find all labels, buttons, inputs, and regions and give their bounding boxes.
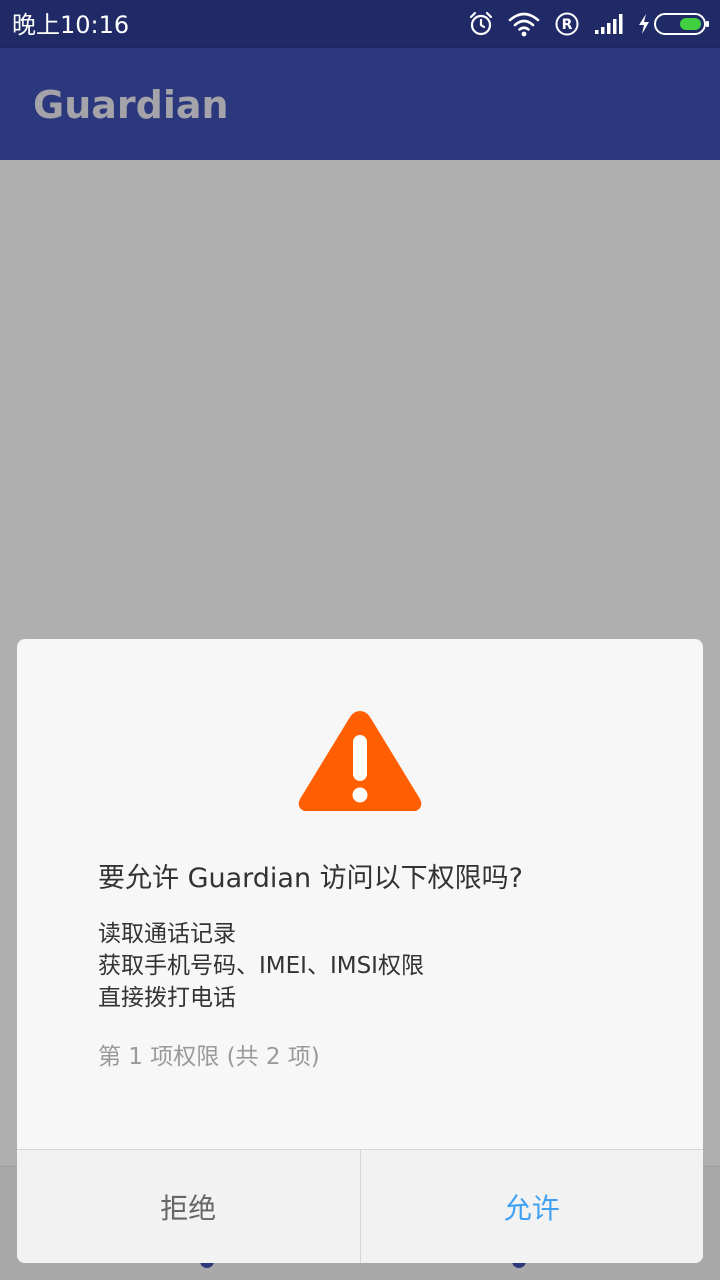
roaming-r-icon: R [554,11,580,37]
status-bar: 晚上10:16 R [0,0,720,48]
permission-progress: 第 1 项权限 (共 2 项) [98,1044,320,1070]
permission-item: 读取通话记录 [98,921,236,947]
signal-icon [594,13,624,35]
dialog-title: 要允许 Guardian 访问以下权限吗? [98,863,523,894]
status-time: 晚上10:16 [12,11,130,39]
app-bar: Guardian [0,48,720,160]
status-icons: R [468,8,710,40]
charging-icon [638,13,650,35]
wifi-icon [508,11,540,37]
allow-button[interactable]: 允许 [360,1150,703,1263]
permission-list: 读取通话记录 获取手机号码、IMEI、IMSI权限 直接拨打电话 [98,918,424,1014]
svg-text:R: R [562,17,573,33]
app-title: Guardian [33,83,229,127]
alarm-icon [468,11,494,37]
permission-dialog: 要允许 Guardian 访问以下权限吗? 读取通话记录 获取手机号码、IMEI… [17,639,703,1263]
permission-item: 直接拨打电话 [98,985,236,1011]
battery-icon [654,13,710,35]
deny-button[interactable]: 拒绝 [17,1150,361,1263]
dialog-buttons: 拒绝 允许 [17,1149,703,1263]
permission-item: 获取手机号码、IMEI、IMSI权限 [98,953,424,979]
warning-icon [296,705,424,815]
